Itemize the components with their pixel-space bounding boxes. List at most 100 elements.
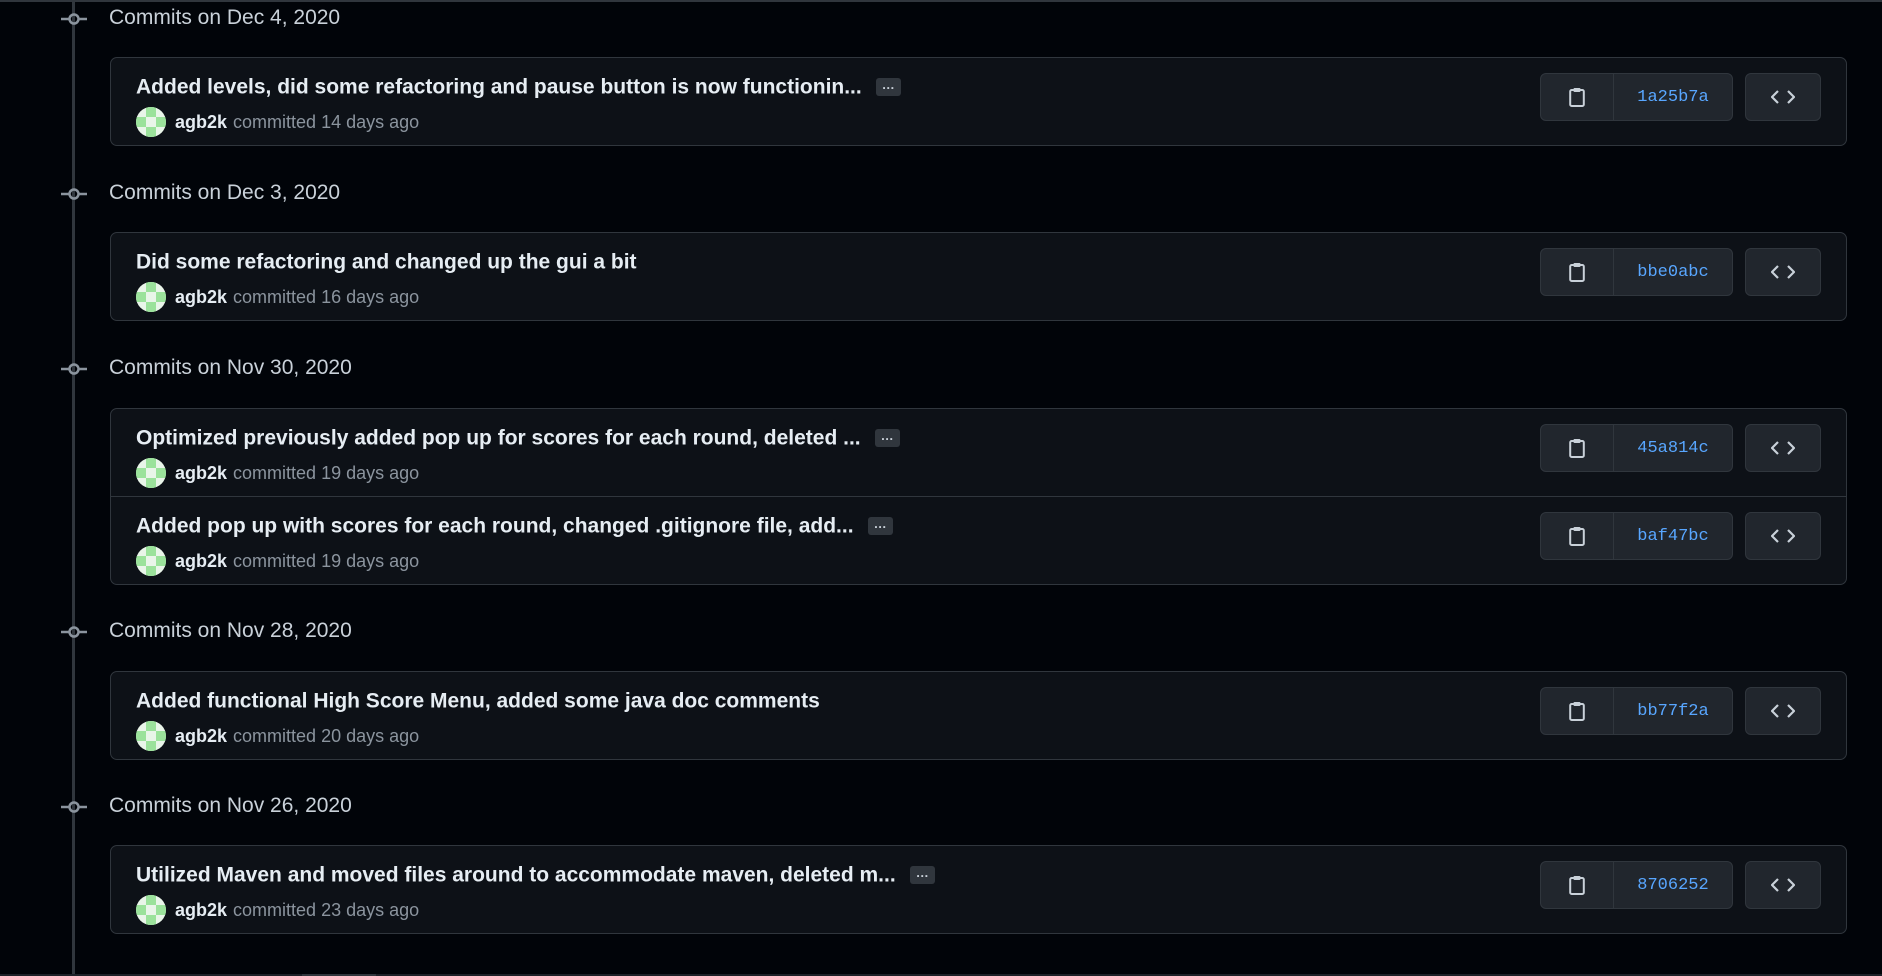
commit-meta: agb2k committed 20 days ago <box>136 721 419 751</box>
copy-sha-button[interactable] <box>1541 513 1614 559</box>
code-icon <box>1771 90 1795 104</box>
commit-group-date: Commits on Nov 26, 2020 <box>109 794 352 817</box>
sha-button-group: 1a25b7a <box>1540 73 1733 121</box>
git-commit-icon <box>61 626 87 638</box>
commit-sha-link[interactable]: 8706252 <box>1614 862 1732 908</box>
browse-repo-button[interactable] <box>1745 861 1821 909</box>
clipboard-icon <box>1569 702 1585 721</box>
commit-sha-link[interactable]: bb77f2a <box>1614 688 1732 734</box>
commit-message-text[interactable]: Utilized Maven and moved files around to… <box>136 863 896 886</box>
avatar[interactable] <box>136 458 166 488</box>
commit-action: committed <box>233 462 317 483</box>
commit-time: 16 days ago <box>321 286 420 307</box>
commit-list: Added levels, did some refactoring and p… <box>110 57 1847 146</box>
commit-actions: 8706252 <box>1540 861 1821 909</box>
commit-time: 14 days ago <box>321 111 420 132</box>
commit-sha-link[interactable]: bbe0abc <box>1614 249 1732 295</box>
commit-time: 19 days ago <box>321 550 420 571</box>
expand-message-button[interactable]: … <box>874 429 900 448</box>
sha-button-group: bbe0abc <box>1540 248 1733 296</box>
commit-message-text[interactable]: Optimized previously added pop up for sc… <box>136 426 861 449</box>
commit-author[interactable]: agb2k <box>175 112 227 133</box>
commit-list: Optimized previously added pop up for sc… <box>110 408 1847 585</box>
code-icon <box>1771 704 1795 718</box>
commit-meta: agb2k committed 19 days ago <box>136 546 419 576</box>
commit-author[interactable]: agb2k <box>175 726 227 747</box>
expand-message-button[interactable]: … <box>875 78 901 97</box>
browse-repo-button[interactable] <box>1745 512 1821 560</box>
commit-message-text[interactable]: Added functional High Score Menu, added … <box>136 689 820 712</box>
avatar[interactable] <box>136 282 166 312</box>
clipboard-icon <box>1569 88 1585 107</box>
commit-message[interactable]: Added functional High Score Menu, added … <box>136 689 820 713</box>
commit-sha-link[interactable]: baf47bc <box>1614 513 1732 559</box>
commit-group-header: Commits on Dec 4, 2020 <box>0 0 1882 38</box>
sha-button-group: bb77f2a <box>1540 687 1733 735</box>
commit-group-header: Commits on Nov 26, 2020 <box>0 788 1882 826</box>
commit-action: committed <box>233 286 317 307</box>
commit-group: Commits on Dec 3, 2020 Did some refactor… <box>0 175 1882 321</box>
clipboard-icon <box>1569 876 1585 895</box>
commit-message[interactable]: Optimized previously added pop up for sc… <box>136 426 900 450</box>
commit-group-date: Commits on Dec 3, 2020 <box>109 181 341 204</box>
commit-row: Utilized Maven and moved files around to… <box>111 846 1846 933</box>
copy-sha-button[interactable] <box>1541 249 1614 295</box>
commit-row: Optimized previously added pop up for sc… <box>111 409 1846 496</box>
commit-message-text[interactable]: Did some refactoring and changed up the … <box>136 250 637 273</box>
commit-sha-link[interactable]: 1a25b7a <box>1614 74 1732 120</box>
commit-author[interactable]: agb2k <box>175 287 227 308</box>
commit-message-text[interactable]: Added levels, did some refactoring and p… <box>136 75 862 98</box>
commit-row: Added levels, did some refactoring and p… <box>111 58 1846 145</box>
commit-message-text[interactable]: Added pop up with scores for each round,… <box>136 514 854 537</box>
copy-sha-button[interactable] <box>1541 74 1614 120</box>
git-commit-icon <box>61 188 87 200</box>
commit-message[interactable]: Added pop up with scores for each round,… <box>136 514 893 538</box>
browse-repo-button[interactable] <box>1745 248 1821 296</box>
sha-button-group: 8706252 <box>1540 861 1733 909</box>
commit-meta: agb2k committed 19 days ago <box>136 458 419 488</box>
code-icon <box>1771 441 1795 455</box>
commit-message[interactable]: Utilized Maven and moved files around to… <box>136 863 935 887</box>
commit-actions: 45a814c <box>1540 424 1821 472</box>
expand-message-button[interactable]: … <box>909 866 935 885</box>
copy-sha-button[interactable] <box>1541 862 1614 908</box>
commit-message[interactable]: Added levels, did some refactoring and p… <box>136 75 901 99</box>
avatar[interactable] <box>136 107 166 137</box>
commit-meta: agb2k committed 14 days ago <box>136 107 419 137</box>
expand-message-button[interactable]: … <box>867 517 893 536</box>
code-icon <box>1771 265 1795 279</box>
commit-action: committed <box>233 899 317 920</box>
avatar[interactable] <box>136 546 166 576</box>
browse-repo-button[interactable] <box>1745 424 1821 472</box>
commit-actions: 1a25b7a <box>1540 73 1821 121</box>
clipboard-icon <box>1569 263 1585 282</box>
commit-list: Utilized Maven and moved files around to… <box>110 845 1847 934</box>
commit-meta: agb2k committed 16 days ago <box>136 282 419 312</box>
commit-group: Commits on Dec 4, 2020 Added levels, did… <box>0 0 1882 146</box>
copy-sha-button[interactable] <box>1541 425 1614 471</box>
avatar[interactable] <box>136 721 166 751</box>
commit-group-header: Commits on Nov 30, 2020 <box>0 350 1882 388</box>
browse-repo-button[interactable] <box>1745 73 1821 121</box>
commit-author[interactable]: agb2k <box>175 463 227 484</box>
commit-author[interactable]: agb2k <box>175 900 227 921</box>
commit-time: 20 days ago <box>321 725 420 746</box>
commit-actions: baf47bc <box>1540 512 1821 560</box>
commit-sha-link[interactable]: 45a814c <box>1614 425 1732 471</box>
commit-message[interactable]: Did some refactoring and changed up the … <box>136 250 637 274</box>
sha-button-group: baf47bc <box>1540 512 1733 560</box>
commit-time: 23 days ago <box>321 899 420 920</box>
commit-group: Commits on Nov 30, 2020 Optimized previo… <box>0 350 1882 585</box>
commit-author[interactable]: agb2k <box>175 551 227 572</box>
commit-group: Commits on Nov 26, 2020 Utilized Maven a… <box>0 788 1882 934</box>
browse-repo-button[interactable] <box>1745 687 1821 735</box>
commit-group-header: Commits on Dec 3, 2020 <box>0 175 1882 213</box>
commit-list: Did some refactoring and changed up the … <box>110 232 1847 321</box>
git-commit-icon <box>61 363 87 375</box>
commit-group-header: Commits on Nov 28, 2020 <box>0 613 1882 651</box>
commit-action: committed <box>233 111 317 132</box>
commit-group: Commits on Nov 28, 2020 Added functional… <box>0 613 1882 760</box>
commit-row: Added pop up with scores for each round,… <box>111 496 1846 584</box>
avatar[interactable] <box>136 895 166 925</box>
copy-sha-button[interactable] <box>1541 688 1614 734</box>
